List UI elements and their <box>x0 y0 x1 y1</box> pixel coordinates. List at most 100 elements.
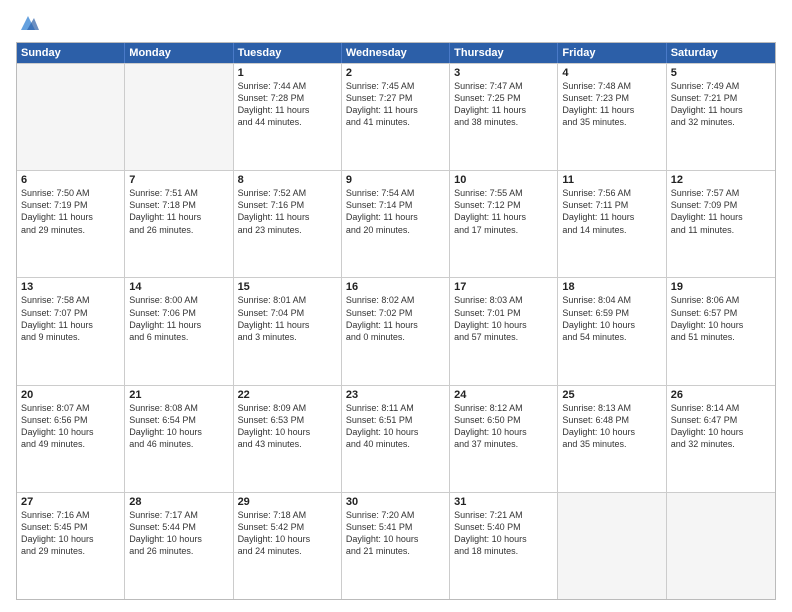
cell-info-line: and 40 minutes. <box>346 438 445 450</box>
cell-info-line: Daylight: 11 hours <box>346 211 445 223</box>
weekday-header-tuesday: Tuesday <box>234 43 342 63</box>
calendar-row-2: 6Sunrise: 7:50 AMSunset: 7:19 PMDaylight… <box>17 170 775 277</box>
cell-info-line: Daylight: 10 hours <box>454 533 553 545</box>
day-number: 18 <box>562 281 661 293</box>
cell-info-line: Sunrise: 7:21 AM <box>454 509 553 521</box>
logo-text <box>16 12 39 34</box>
cell-info-line: Sunrise: 7:58 AM <box>21 294 120 306</box>
cell-info-line: and 43 minutes. <box>238 438 337 450</box>
cell-info-line: Sunrise: 7:56 AM <box>562 187 661 199</box>
cell-info-line: and 51 minutes. <box>671 331 771 343</box>
cell-info-line: Sunset: 7:11 PM <box>562 199 661 211</box>
cell-info-line: Sunrise: 8:01 AM <box>238 294 337 306</box>
cell-info-line: Sunrise: 7:49 AM <box>671 80 771 92</box>
day-number: 28 <box>129 496 228 508</box>
cell-info-line: Daylight: 11 hours <box>454 211 553 223</box>
cell-info-line: Sunset: 7:28 PM <box>238 92 337 104</box>
cell-info-line: and 3 minutes. <box>238 331 337 343</box>
calendar: SundayMondayTuesdayWednesdayThursdayFrid… <box>16 42 776 600</box>
calendar-cell: 9Sunrise: 7:54 AMSunset: 7:14 PMDaylight… <box>342 171 450 277</box>
cell-info-line: and 23 minutes. <box>238 224 337 236</box>
calendar-cell: 7Sunrise: 7:51 AMSunset: 7:18 PMDaylight… <box>125 171 233 277</box>
calendar-cell: 16Sunrise: 8:02 AMSunset: 7:02 PMDayligh… <box>342 278 450 384</box>
weekday-header-saturday: Saturday <box>667 43 775 63</box>
day-number: 30 <box>346 496 445 508</box>
cell-info-line: Sunset: 7:06 PM <box>129 307 228 319</box>
cell-info-line: Daylight: 11 hours <box>562 211 661 223</box>
cell-info-line: Sunset: 7:25 PM <box>454 92 553 104</box>
calendar-cell: 1Sunrise: 7:44 AMSunset: 7:28 PMDaylight… <box>234 64 342 170</box>
cell-info-line: Daylight: 10 hours <box>671 426 771 438</box>
day-number: 14 <box>129 281 228 293</box>
calendar-cell: 2Sunrise: 7:45 AMSunset: 7:27 PMDaylight… <box>342 64 450 170</box>
cell-info-line: Sunset: 7:02 PM <box>346 307 445 319</box>
cell-info-line: Sunset: 5:41 PM <box>346 521 445 533</box>
calendar-cell: 14Sunrise: 8:00 AMSunset: 7:06 PMDayligh… <box>125 278 233 384</box>
cell-info-line: and 26 minutes. <box>129 545 228 557</box>
day-number: 3 <box>454 67 553 79</box>
cell-info-line: Sunrise: 8:08 AM <box>129 402 228 414</box>
cell-info-line: Daylight: 11 hours <box>129 211 228 223</box>
cell-info-line: Sunrise: 7:17 AM <box>129 509 228 521</box>
cell-info-line: Sunset: 7:14 PM <box>346 199 445 211</box>
cell-info-line: Daylight: 11 hours <box>346 104 445 116</box>
day-number: 23 <box>346 389 445 401</box>
day-number: 31 <box>454 496 553 508</box>
cell-info-line: Daylight: 10 hours <box>562 319 661 331</box>
cell-info-line: Daylight: 11 hours <box>238 104 337 116</box>
cell-info-line: Daylight: 11 hours <box>238 319 337 331</box>
cell-info-line: and 6 minutes. <box>129 331 228 343</box>
cell-info-line: Sunset: 7:07 PM <box>21 307 120 319</box>
cell-info-line: Sunset: 6:56 PM <box>21 414 120 426</box>
calendar-body: 1Sunrise: 7:44 AMSunset: 7:28 PMDaylight… <box>17 63 775 599</box>
cell-info-line: Sunrise: 8:00 AM <box>129 294 228 306</box>
cell-info-line: Sunset: 5:45 PM <box>21 521 120 533</box>
calendar-cell: 6Sunrise: 7:50 AMSunset: 7:19 PMDaylight… <box>17 171 125 277</box>
cell-info-line: Sunset: 6:54 PM <box>129 414 228 426</box>
calendar-cell <box>667 493 775 599</box>
header <box>16 12 776 34</box>
day-number: 1 <box>238 67 337 79</box>
cell-info-line: and 20 minutes. <box>346 224 445 236</box>
cell-info-line: and 57 minutes. <box>454 331 553 343</box>
calendar-cell: 26Sunrise: 8:14 AMSunset: 6:47 PMDayligh… <box>667 386 775 492</box>
cell-info-line: Sunrise: 7:50 AM <box>21 187 120 199</box>
calendar-row-3: 13Sunrise: 7:58 AMSunset: 7:07 PMDayligh… <box>17 277 775 384</box>
day-number: 9 <box>346 174 445 186</box>
logo <box>16 12 41 34</box>
cell-info-line: and 18 minutes. <box>454 545 553 557</box>
cell-info-line: Daylight: 11 hours <box>129 319 228 331</box>
calendar-cell: 8Sunrise: 7:52 AMSunset: 7:16 PMDaylight… <box>234 171 342 277</box>
day-number: 4 <box>562 67 661 79</box>
cell-info-line: and 0 minutes. <box>346 331 445 343</box>
calendar-cell: 17Sunrise: 8:03 AMSunset: 7:01 PMDayligh… <box>450 278 558 384</box>
day-number: 11 <box>562 174 661 186</box>
calendar-cell: 24Sunrise: 8:12 AMSunset: 6:50 PMDayligh… <box>450 386 558 492</box>
cell-info-line: Sunset: 7:09 PM <box>671 199 771 211</box>
cell-info-line: Sunset: 7:23 PM <box>562 92 661 104</box>
cell-info-line: and 35 minutes. <box>562 116 661 128</box>
cell-info-line: Daylight: 11 hours <box>671 104 771 116</box>
calendar-cell: 29Sunrise: 7:18 AMSunset: 5:42 PMDayligh… <box>234 493 342 599</box>
cell-info-line: Daylight: 11 hours <box>21 211 120 223</box>
cell-info-line: Sunrise: 8:13 AM <box>562 402 661 414</box>
cell-info-line: Sunrise: 8:03 AM <box>454 294 553 306</box>
weekday-header-wednesday: Wednesday <box>342 43 450 63</box>
calendar-cell: 23Sunrise: 8:11 AMSunset: 6:51 PMDayligh… <box>342 386 450 492</box>
day-number: 12 <box>671 174 771 186</box>
cell-info-line: Sunset: 7:16 PM <box>238 199 337 211</box>
cell-info-line: Sunrise: 7:45 AM <box>346 80 445 92</box>
calendar-cell <box>17 64 125 170</box>
cell-info-line: and 32 minutes. <box>671 438 771 450</box>
day-number: 15 <box>238 281 337 293</box>
cell-info-line: Daylight: 10 hours <box>346 426 445 438</box>
cell-info-line: Sunrise: 8:14 AM <box>671 402 771 414</box>
cell-info-line: Daylight: 11 hours <box>671 211 771 223</box>
cell-info-line: and 54 minutes. <box>562 331 661 343</box>
cell-info-line: Sunset: 5:44 PM <box>129 521 228 533</box>
calendar-cell: 18Sunrise: 8:04 AMSunset: 6:59 PMDayligh… <box>558 278 666 384</box>
weekday-header-friday: Friday <box>558 43 666 63</box>
cell-info-line: Sunset: 7:12 PM <box>454 199 553 211</box>
cell-info-line: Sunset: 7:04 PM <box>238 307 337 319</box>
cell-info-line: and 37 minutes. <box>454 438 553 450</box>
